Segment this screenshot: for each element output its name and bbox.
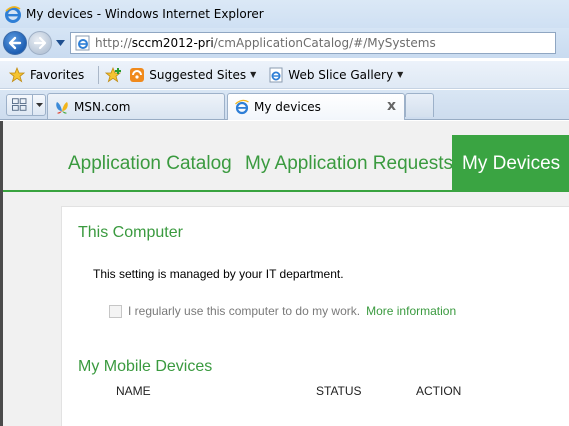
- nav-my-application-requests[interactable]: My Application Requests: [245, 153, 453, 175]
- add-favorite-star-icon: [105, 66, 122, 82]
- tab-strip: MSN.com My devices x: [0, 90, 569, 120]
- favorites-button[interactable]: Favorites: [9, 66, 85, 83]
- web-slice-gallery-label: Web Slice Gallery: [288, 67, 394, 82]
- column-header-status: STATUS: [316, 384, 362, 398]
- primary-user-checkbox[interactable]: [109, 304, 122, 318]
- app-catalog-nav: Application Catalog My Application Reque…: [3, 121, 569, 192]
- favorites-bar: Favorites Suggested Sites ▼ Web Slice Ga…: [0, 61, 569, 89]
- arrow-right-icon: [33, 36, 47, 50]
- this-computer-heading: This Computer: [78, 224, 183, 241]
- suggested-sites-icon: [130, 67, 145, 82]
- nav-application-catalog[interactable]: Application Catalog: [68, 153, 232, 175]
- tab-label: MSN.com: [74, 99, 131, 114]
- column-header-name: NAME: [116, 384, 151, 398]
- column-header-action: ACTION: [416, 384, 462, 398]
- favorites-separator: [98, 65, 100, 84]
- tab-msn[interactable]: MSN.com: [47, 93, 225, 119]
- primary-user-checkbox-label: I regularly use this computer to do my w…: [128, 304, 361, 318]
- forward-button[interactable]: [28, 31, 52, 55]
- address-url[interactable]: http://sccm2012-pri/cmApplicationCatalog…: [95, 36, 436, 50]
- web-slice-page-icon: [269, 67, 283, 82]
- suggested-sites-button[interactable]: Suggested Sites ▼: [129, 67, 256, 83]
- back-button[interactable]: [3, 31, 27, 55]
- close-tab-icon[interactable]: x: [387, 98, 396, 114]
- chevron-down-icon: [55, 40, 65, 46]
- quick-tabs-grid-icon: [12, 98, 27, 111]
- recent-pages-dropdown[interactable]: [54, 31, 66, 55]
- new-tab-button[interactable]: [405, 93, 434, 117]
- navigation-bar: http://sccm2012-pri/cmApplicationCatalog…: [0, 28, 569, 58]
- internet-explorer-logo-icon: [5, 6, 21, 23]
- favorites-label: Favorites: [30, 67, 85, 82]
- add-to-favorites-bar-button[interactable]: [105, 66, 123, 83]
- tab-label: My devices: [254, 100, 321, 114]
- managed-by-it-text: This setting is managed by your IT depar…: [93, 267, 344, 281]
- window-titlebar: My devices - Windows Internet Explorer: [0, 0, 569, 28]
- chevron-down-icon: ▼: [250, 70, 257, 79]
- suggested-sites-label: Suggested Sites: [149, 67, 247, 82]
- web-slice-gallery-button[interactable]: Web Slice Gallery ▼: [268, 67, 403, 83]
- tab-list-dropdown[interactable]: [32, 95, 45, 115]
- url-path: /cmApplicationCatalog/#/MySystems: [213, 36, 436, 50]
- my-mobile-devices-heading: My Mobile Devices: [78, 358, 213, 375]
- quick-tabs-button[interactable]: [6, 94, 46, 116]
- page-ie-icon: [75, 35, 90, 51]
- tab-my-devices[interactable]: My devices x: [227, 93, 405, 120]
- page-content: Application Catalog My Application Reque…: [0, 121, 569, 426]
- address-bar[interactable]: http://sccm2012-pri/cmApplicationCatalog…: [70, 32, 556, 54]
- primary-user-checkbox-row: I regularly use this computer to do my w…: [109, 304, 456, 318]
- window-title: My devices - Windows Internet Explorer: [26, 7, 264, 21]
- nav-my-devices[interactable]: My Devices: [452, 135, 569, 192]
- url-host: sccm2012-pri: [131, 36, 214, 50]
- url-prefix: http://: [95, 36, 132, 50]
- page-ie-icon: [235, 99, 249, 115]
- star-icon: [9, 66, 25, 82]
- chevron-down-icon: ▼: [397, 70, 404, 79]
- devices-panel: This Computer This setting is managed by…: [61, 206, 569, 426]
- msn-butterfly-icon: [56, 101, 68, 114]
- arrow-left-icon: [8, 36, 22, 50]
- more-information-link[interactable]: More information: [366, 304, 456, 318]
- chevron-down-icon: [35, 103, 43, 107]
